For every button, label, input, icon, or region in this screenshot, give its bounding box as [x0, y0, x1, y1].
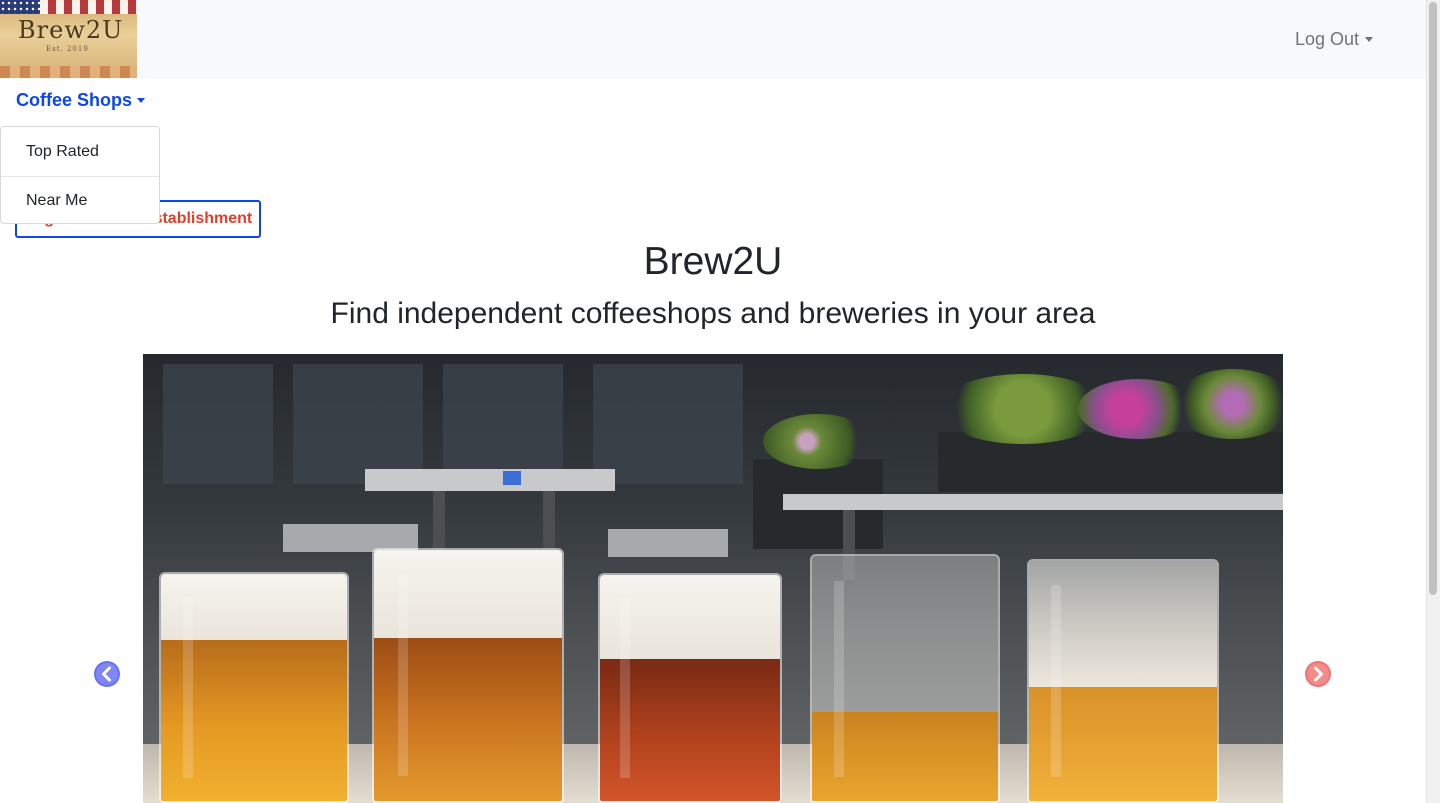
- top-navbar: Brew2U Est. 2019 Log Out: [0, 0, 1426, 79]
- logo-text: Brew2U: [18, 16, 124, 44]
- chevron-left-icon: [94, 661, 120, 687]
- carousel-slide-image: [143, 354, 1283, 803]
- page-title: Brew2U: [643, 240, 783, 283]
- logo-bottom-band: [0, 66, 137, 78]
- page-subtitle: Find independent coffeeshops and breweri…: [330, 297, 1096, 330]
- coffee-shops-dropdown-menu: Top Rated Near Me: [0, 126, 160, 224]
- logout-label: Log Out: [1295, 29, 1360, 49]
- scrollbar-thumb[interactable]: [1429, 2, 1437, 595]
- caret-down-icon: [1365, 37, 1374, 42]
- caret-down-icon: [137, 98, 146, 103]
- dropdown-item-near-me[interactable]: Near Me: [1, 176, 159, 225]
- brand-logo[interactable]: Brew2U Est. 2019: [0, 0, 137, 78]
- carousel-next-button[interactable]: [1305, 661, 1331, 687]
- logout-dropdown-toggle[interactable]: Log Out: [1295, 29, 1374, 50]
- chevron-right-icon: [1305, 661, 1331, 687]
- logo-flag-stars: [0, 0, 40, 14]
- image-carousel[interactable]: [143, 354, 1283, 803]
- coffee-shops-label: Coffee Shops: [16, 90, 133, 110]
- carousel-prev-button[interactable]: [94, 661, 120, 687]
- coffee-shops-dropdown-toggle[interactable]: Coffee Shops: [16, 90, 146, 111]
- dropdown-item-top-rated[interactable]: Top Rated: [1, 127, 159, 176]
- page-scrollbar[interactable]: [1426, 0, 1440, 803]
- logo-subtext: Est. 2019: [46, 45, 89, 53]
